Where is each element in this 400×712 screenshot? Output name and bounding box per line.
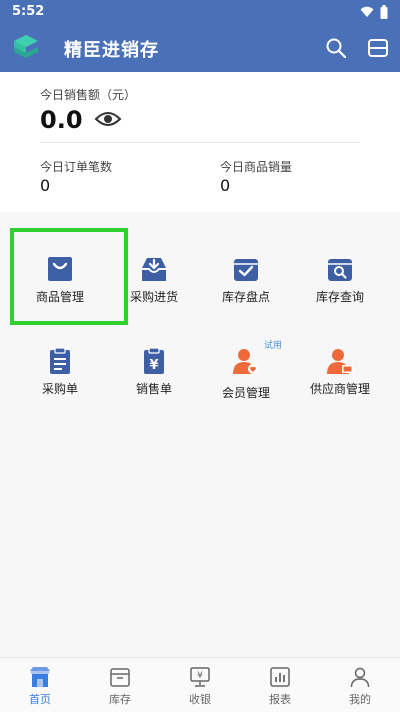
grid-item-label: 库存查询	[315, 290, 364, 304]
svg-text:¥: ¥	[197, 671, 203, 681]
grid-item-supplier-management[interactable]: 供应商管理	[290, 346, 390, 426]
bottom-nav: 首页 库存 ¥ 收银 报表 我的	[0, 657, 400, 712]
grid-item-label: 会员管理	[221, 386, 270, 400]
app-title: 精臣进销存	[64, 40, 159, 61]
inventory-icon	[110, 668, 130, 687]
wifi-icon	[360, 6, 374, 17]
orders-value: 0	[40, 176, 51, 195]
sales-value: 0.0	[40, 106, 83, 134]
grid-item-label: 库存盘点	[221, 290, 270, 304]
report-icon	[270, 667, 290, 687]
box-check-icon	[234, 259, 258, 281]
scan-icon[interactable]	[366, 36, 390, 60]
supplier-card-icon	[327, 349, 353, 374]
eye-icon[interactable]	[94, 110, 122, 128]
nav-reports[interactable]: 报表	[240, 658, 320, 712]
clipboard-list-icon	[50, 347, 70, 374]
svg-text:¥: ¥	[149, 358, 158, 373]
stats-divider	[40, 142, 360, 143]
grid-item-purchase-order[interactable]: 采购单	[10, 346, 110, 426]
home-icon	[30, 667, 50, 687]
items-sold-value: 0	[220, 176, 231, 195]
app-logo-icon	[14, 35, 38, 58]
profile-icon	[350, 667, 370, 688]
nav-label: 报表	[269, 693, 291, 706]
inbox-download-icon	[142, 258, 166, 281]
search-icon[interactable]	[324, 36, 348, 60]
status-icons	[360, 5, 388, 19]
grid-item-stock-count[interactable]: 库存盘点	[196, 254, 296, 334]
grid-item-label: 销售单	[135, 382, 172, 396]
stats-panel: 今日销售额（元） 0.0 今日订单笔数 0 今日商品销量 0	[0, 72, 400, 212]
battery-icon	[380, 5, 388, 19]
grid-item-sales-order[interactable]: ¥ 销售单	[104, 346, 204, 426]
status-time: 5:52	[12, 4, 45, 19]
nav-label: 我的	[349, 693, 371, 706]
trial-badge: 试用	[264, 341, 283, 351]
grid-item-label: 供应商管理	[309, 382, 370, 396]
grid-item-stock-query[interactable]: 库存查询	[290, 254, 390, 334]
nav-profile[interactable]: 我的	[320, 658, 400, 712]
orders-label: 今日订单笔数	[40, 160, 113, 174]
grid-item-member-management[interactable]: 会员管理	[196, 346, 296, 426]
clipboard-yen-icon: ¥	[144, 347, 164, 374]
nav-inventory[interactable]: 库存	[80, 658, 160, 712]
nav-home[interactable]: 首页	[0, 658, 80, 712]
box-search-icon	[328, 259, 352, 281]
nav-label: 收银	[189, 693, 211, 706]
app-bar: 精臣进销存	[0, 24, 400, 72]
items-sold-label: 今日商品销量	[220, 160, 293, 174]
grid-item-label: 采购单	[41, 382, 78, 396]
cashier-icon: ¥	[190, 667, 210, 687]
nav-cashier[interactable]: ¥ 收银	[160, 658, 240, 712]
sales-label: 今日销售额（元）	[40, 88, 137, 102]
highlight-box	[10, 228, 128, 325]
nav-label: 库存	[109, 693, 131, 706]
status-bar: 5:52	[0, 0, 400, 24]
member-heart-icon	[233, 349, 258, 374]
nav-label: 首页	[29, 693, 51, 706]
